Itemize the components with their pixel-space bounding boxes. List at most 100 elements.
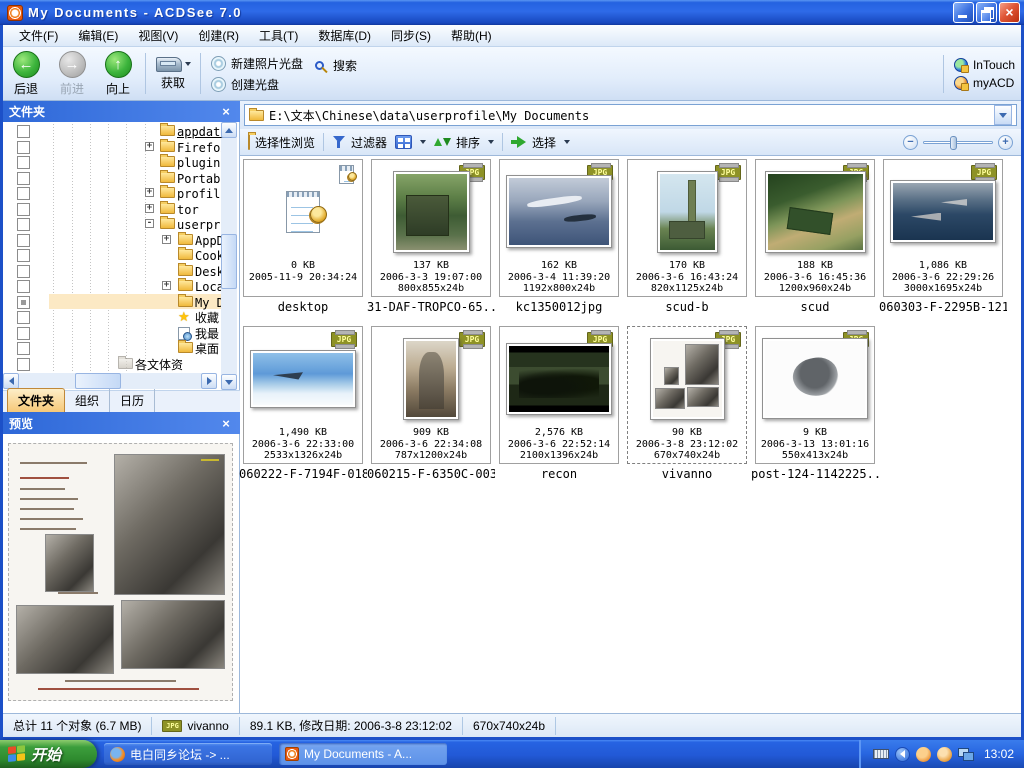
taskbar-task-active[interactable]: My Documents - A... [279,743,447,765]
tree-vscroll-down-button[interactable] [221,374,237,390]
tree-hscroll-thumb[interactable] [75,373,121,389]
tree-checkbox[interactable] [17,358,30,371]
tree-expander-icon[interactable]: + [145,204,154,213]
tree-item-AppD[interactable]: AppD [195,233,224,248]
filter-button[interactable]: 过滤器 [332,134,387,151]
tree-checkbox[interactable] [17,296,30,309]
tab-组织[interactable]: 组织 [65,389,110,412]
close-button[interactable]: × [999,2,1020,23]
view-mode-button[interactable] [395,135,426,149]
tree-hscroll-left-button[interactable] [3,373,19,389]
tree-hscroll-right-button[interactable] [201,373,217,389]
tree-checkbox[interactable] [17,249,30,262]
tree-checkbox[interactable] [17,311,30,324]
tree-checkbox[interactable] [17,327,30,340]
tree-checkbox[interactable] [17,342,30,355]
up-button[interactable]: ↑ 向上 [95,47,141,100]
search-button[interactable]: 搜索 [315,57,357,74]
tree-item-Desk[interactable]: Desk [195,264,224,279]
tree-item-Loca[interactable]: Loca [195,279,224,294]
file-cell-vivanno[interactable]: JPG90 KB2006-3-8 23:12:02670x740x24b [627,326,747,464]
tab-文件夹[interactable]: 文件夹 [7,388,65,412]
file-cell-31-DAF-TROPCO-65...[interactable]: JPG137 KB2006-3-3 19:07:00800x855x24b [371,159,491,297]
minimize-button[interactable] [953,2,974,23]
monkey-icon[interactable] [937,747,952,762]
preview-image[interactable] [8,443,233,701]
back-button[interactable]: ← 后退 [3,47,49,100]
file-cell-post-124-1142225...[interactable]: JPG9 KB2006-3-13 13:01:16550x413x24b [755,326,875,464]
tree-item-profile[interactable]: profile [177,186,228,201]
zoom-slider-thumb[interactable] [950,136,957,150]
tree-item-Cook[interactable]: Cook [195,248,224,263]
folder-tree[interactable]: appdata + FirefoxpluginsPortabl + profile + to… [3,122,240,390]
tree-item-plugins[interactable]: plugins [177,155,228,170]
selective-browse-button[interactable]: 选择性浏览 [248,134,315,151]
file-cell-kc1350012jpg[interactable]: JPG162 KB2006-3-4 11:39:201192x800x24b [499,159,619,297]
file-cell-060222-F-7194F-018[interactable]: JPG1,490 KB2006-3-6 22:33:002533x1326x24… [243,326,363,464]
tree-checkbox[interactable] [17,141,30,154]
tree-item-Portabl[interactable]: Portabl [177,171,228,186]
file-cell-recon[interactable]: JPG2,576 KB2006-3-6 22:52:142100x1396x24… [499,326,619,464]
tree-vscroll-thumb[interactable] [221,234,237,289]
address-dropdown-button[interactable] [994,105,1012,125]
tree-checkbox[interactable] [17,172,30,185]
tree-checkbox[interactable] [17,203,30,216]
acquire-button[interactable]: 获取 [150,47,196,100]
tree-item-appdata[interactable]: appdata [177,124,228,139]
tree-item-桌面[interactable]: 桌面 [195,341,219,356]
tree-checkbox[interactable] [17,265,30,278]
forward-button[interactable]: → 前进 [49,47,95,100]
menu-item-7[interactable]: 帮助(H) [441,24,502,47]
lion-icon[interactable] [916,747,931,762]
start-button[interactable]: 开始 [0,740,97,768]
zoom-out-button[interactable]: − [903,135,918,150]
menu-item-1[interactable]: 编辑(E) [68,24,128,47]
file-cell-scud[interactable]: JPG188 KB2006-3-6 16:45:361200x960x24b [755,159,875,297]
new-photo-disc-button[interactable]: 新建照片光盘 [211,55,303,72]
tree-expander-icon[interactable]: + [162,235,171,244]
menu-item-5[interactable]: 数据库(D) [308,24,381,47]
tree-item-各文体资[interactable]: 各文体资 [135,357,183,372]
menu-item-0[interactable]: 文件(F) [9,24,68,47]
menu-item-2[interactable]: 视图(V) [128,24,188,47]
file-cell-060215-F-6350C-003[interactable]: JPG909 KB2006-3-6 22:34:08787x1200x24b [371,326,491,464]
file-cell-scud-b[interactable]: JPG170 KB2006-3-6 16:43:24820x1125x24b [627,159,747,297]
tree-checkbox[interactable] [17,125,30,138]
preview-close-icon[interactable]: × [218,416,234,431]
tree-checkbox[interactable] [17,218,30,231]
menu-item-4[interactable]: 工具(T) [249,24,308,47]
network-icon[interactable] [958,748,974,761]
file-cell-desktop[interactable]: 0 KB2005-11-9 20:34:24 [243,159,363,297]
file-cell-060303-F-2295B-121[interactable]: JPG1,086 KB2006-3-6 22:29:263000x1695x24… [883,159,1003,297]
tree-checkbox[interactable] [17,234,30,247]
tree-item-tor[interactable]: tor [177,202,199,217]
tree-checkbox[interactable] [17,280,30,293]
tree-checkbox[interactable] [17,156,30,169]
intouch-button[interactable]: InTouch [954,58,1015,72]
folders-close-icon[interactable]: × [218,104,234,119]
tree-expander-icon[interactable]: - [145,219,154,228]
tree-item-My D[interactable]: My D [195,295,224,310]
tree-expander-icon[interactable]: + [162,281,171,290]
select-button[interactable]: 选择 [511,134,570,151]
zoom-in-button[interactable]: + [998,135,1013,150]
menu-item-6[interactable]: 同步(S) [381,24,441,47]
tree-item-userpro[interactable]: userpro [177,217,228,232]
tree-vscroll-up-button[interactable] [221,122,237,138]
myacd-button[interactable]: myACD [954,76,1015,90]
tree-checkbox[interactable] [17,187,30,200]
address-input[interactable]: E:\文本\Chinese\data\userprofile\My Docume… [244,104,1017,126]
tree-expander-icon[interactable]: + [145,142,154,151]
tree-item-我最[interactable]: 我最 [195,326,219,341]
keyboard-icon[interactable] [873,749,889,759]
title-bar[interactable]: My Documents - ACDSee 7.0 × [0,0,1024,25]
tree-item-收藏[interactable]: 收藏 [195,310,219,325]
menu-item-3[interactable]: 创建(R) [188,24,249,47]
create-disc-button[interactable]: 创建光盘 [211,76,303,93]
tree-item-Firefox[interactable]: Firefox [177,140,228,155]
restore-button[interactable] [976,2,997,23]
taskbar-task-inactive[interactable]: 电白同乡论坛 -> ... [104,743,272,765]
sort-button[interactable]: 排序 [434,134,494,151]
tab-日历[interactable]: 日历 [110,389,155,412]
collapse-chevron-icon[interactable] [895,747,910,762]
